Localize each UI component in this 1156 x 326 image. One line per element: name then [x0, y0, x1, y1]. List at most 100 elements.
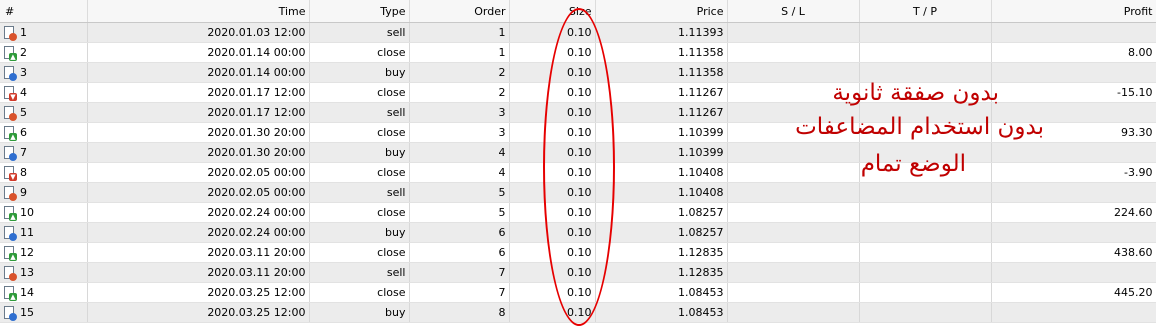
- cell-take-profit: [859, 202, 992, 223]
- row-number-label: 15: [20, 305, 34, 319]
- cell-size: 0.10: [509, 82, 596, 103]
- column-header-type[interactable]: Type: [309, 0, 410, 23]
- cell-order-id: 7: [409, 262, 510, 283]
- cell-stop-loss: [727, 262, 860, 283]
- cell-order-number: 7: [0, 142, 88, 163]
- cell-time: 2020.03.11 20:00: [87, 262, 310, 283]
- table-row[interactable]: 3 2020.01.14 00:00 buy 2 0.10 1.11358: [0, 62, 1156, 83]
- row-number-label: 10: [20, 205, 34, 219]
- cell-stop-loss: [727, 162, 860, 183]
- cell-type: close: [309, 282, 410, 303]
- table-row[interactable]: 9 2020.02.05 00:00 sell 5 0.10 1.10408: [0, 182, 1156, 203]
- table-row[interactable]: 7 2020.01.30 20:00 buy 4 0.10 1.10399: [0, 142, 1156, 163]
- row-number-label: 4: [20, 85, 27, 99]
- row-number-label: 8: [20, 165, 27, 179]
- cell-order-id: 1: [409, 42, 510, 63]
- cell-order-number: ▲ 14: [0, 282, 88, 303]
- cell-profit: [991, 302, 1156, 323]
- cell-order-id: 7: [409, 282, 510, 303]
- cell-take-profit: [859, 42, 992, 63]
- cell-price: 1.12835: [595, 262, 728, 283]
- column-header-order[interactable]: Order: [409, 0, 510, 23]
- table-row[interactable]: 5 2020.01.17 12:00 sell 3 0.10 1.11267: [0, 102, 1156, 123]
- cell-type: buy: [309, 62, 410, 83]
- cell-type: close: [309, 202, 410, 223]
- cell-stop-loss: [727, 222, 860, 243]
- cell-size: 0.10: [509, 22, 596, 43]
- cell-size: 0.10: [509, 142, 596, 163]
- cell-profit: 8.00: [991, 42, 1156, 63]
- cell-order-id: 2: [409, 82, 510, 103]
- column-header-size[interactable]: Size: [509, 0, 596, 23]
- cell-stop-loss: [727, 202, 860, 223]
- cell-take-profit: [859, 82, 992, 103]
- cell-order-id: 6: [409, 242, 510, 263]
- cell-take-profit: [859, 302, 992, 323]
- table-row[interactable]: ▼ 8 2020.02.05 00:00 close 4 0.10 1.10408 -3.90: [0, 162, 1156, 183]
- cell-time: 2020.01.03 12:00: [87, 22, 310, 43]
- column-header-stop-loss[interactable]: S / L: [727, 0, 860, 23]
- row-number-label: 12: [20, 245, 34, 259]
- table-row[interactable]: ▲ 10 2020.02.24 00:00 close 5 0.10 1.08257 224.…: [0, 202, 1156, 223]
- cell-take-profit: [859, 182, 992, 203]
- cell-price: 1.11358: [595, 62, 728, 83]
- cell-time: 2020.03.25 12:00: [87, 282, 310, 303]
- cell-price: 1.10408: [595, 182, 728, 203]
- cell-order-id: 8: [409, 302, 510, 323]
- cell-size: 0.10: [509, 242, 596, 263]
- table-row[interactable]: 1 2020.01.03 12:00 sell 1 0.10 1.11393: [0, 22, 1156, 43]
- table-row[interactable]: 15 2020.03.25 12:00 buy 8 0.10 1.08453: [0, 302, 1156, 323]
- cell-price: 1.08257: [595, 202, 728, 223]
- cell-size: 0.10: [509, 282, 596, 303]
- cell-take-profit: [859, 122, 992, 143]
- column-header-profit[interactable]: Profit: [991, 0, 1156, 23]
- cell-profit: 438.60: [991, 242, 1156, 263]
- cell-stop-loss: [727, 142, 860, 163]
- cell-size: 0.10: [509, 202, 596, 223]
- cell-time: 2020.02.24 00:00: [87, 202, 310, 223]
- column-header-take-profit[interactable]: T / P: [859, 0, 992, 23]
- column-header-price[interactable]: Price: [595, 0, 728, 23]
- row-number-label: 1: [20, 25, 27, 39]
- cell-time: 2020.01.30 20:00: [87, 142, 310, 163]
- cell-price: 1.10399: [595, 142, 728, 163]
- cell-order-number: 1: [0, 22, 88, 43]
- cell-order-id: 1: [409, 22, 510, 43]
- cell-price: 1.11267: [595, 82, 728, 103]
- cell-stop-loss: [727, 242, 860, 263]
- cell-type: sell: [309, 262, 410, 283]
- cell-time: 2020.01.14 00:00: [87, 42, 310, 63]
- cell-order-id: 3: [409, 122, 510, 143]
- cell-price: 1.10399: [595, 122, 728, 143]
- cell-type: buy: [309, 302, 410, 323]
- cell-profit: [991, 262, 1156, 283]
- column-header-number[interactable]: #: [0, 0, 88, 23]
- table-row[interactable]: ▲ 2 2020.01.14 00:00 close 1 0.10 1.11358 8.00: [0, 42, 1156, 63]
- column-header-time[interactable]: Time: [87, 0, 310, 23]
- cell-profit: -3.90: [991, 162, 1156, 183]
- row-number-label: 3: [20, 65, 27, 79]
- row-number-label: 7: [20, 145, 27, 159]
- table-row[interactable]: ▼ 4 2020.01.17 12:00 close 2 0.10 1.11267 -15.1…: [0, 82, 1156, 103]
- cell-type: close: [309, 162, 410, 183]
- table-row[interactable]: ▲ 6 2020.01.30 20:00 close 3 0.10 1.10399 93.30: [0, 122, 1156, 143]
- cell-order-id: 3: [409, 102, 510, 123]
- cell-order-id: 6: [409, 222, 510, 243]
- cell-stop-loss: [727, 122, 860, 143]
- cell-type: close: [309, 42, 410, 63]
- cell-order-number: 5: [0, 102, 88, 123]
- cell-take-profit: [859, 242, 992, 263]
- cell-stop-loss: [727, 282, 860, 303]
- cell-size: 0.10: [509, 122, 596, 143]
- table-row[interactable]: ▲ 12 2020.03.11 20:00 close 6 0.10 1.12835 438.…: [0, 242, 1156, 263]
- cell-order-number: 15: [0, 302, 88, 323]
- table-row[interactable]: ▲ 14 2020.03.25 12:00 close 7 0.10 1.08453 445.…: [0, 282, 1156, 303]
- table-header-row: # Time Type Order Size Price S / L T / P…: [0, 0, 1156, 23]
- table-row[interactable]: 13 2020.03.11 20:00 sell 7 0.10 1.12835: [0, 262, 1156, 283]
- row-number-label: 13: [20, 265, 34, 279]
- cell-stop-loss: [727, 42, 860, 63]
- cell-type: sell: [309, 102, 410, 123]
- cell-order-id: 4: [409, 162, 510, 183]
- row-number-label: 5: [20, 105, 27, 119]
- table-row[interactable]: 11 2020.02.24 00:00 buy 6 0.10 1.08257: [0, 222, 1156, 243]
